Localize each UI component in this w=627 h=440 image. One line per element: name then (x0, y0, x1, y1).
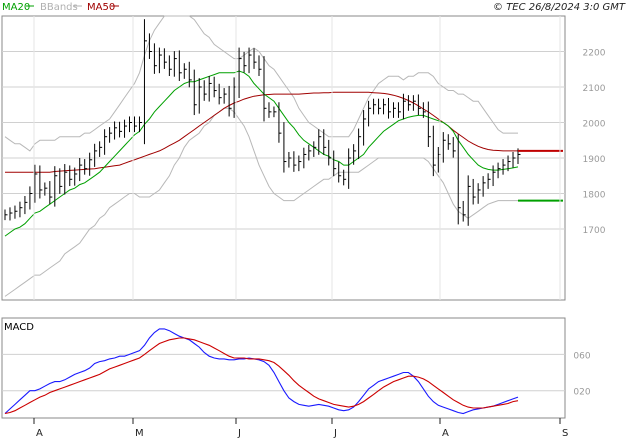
price-tick-label: 2000 (583, 120, 606, 130)
x-tick-label: A (442, 428, 449, 439)
copyright-text: © TEC 26/8/2024 3:0 GMT (493, 2, 626, 13)
macd-tick-label: 020 (573, 388, 590, 398)
stock-chart: MA20 BBands MA50 © TEC 26/8/2024 3:0 GMT… (1, 2, 626, 439)
legend-ma20: MA20 (2, 2, 30, 13)
macd-panel: 020 060 MACD (1, 317, 591, 419)
price-tick-label: 1800 (583, 191, 606, 201)
macd-plot-area (1, 317, 566, 419)
price-tick-label: 2200 (583, 49, 606, 59)
x-tick-label: A (36, 428, 43, 439)
price-tick-label: 1700 (583, 226, 606, 236)
legend: MA20 BBands MA50 © TEC 26/8/2024 3:0 GMT (2, 2, 626, 13)
price-tick-label: 1900 (583, 155, 606, 165)
macd-tick-label: 060 (573, 351, 590, 361)
legend-bbands: BBands (40, 2, 78, 13)
x-tick-label: S (562, 428, 568, 439)
price-panel: 1700 1800 1900 2000 2100 2200 (1, 15, 606, 301)
legend-ma50: MA50 (87, 2, 115, 13)
price-tick-label: 2100 (583, 84, 606, 94)
x-tick-label: J (333, 428, 337, 439)
x-tick-label: M (135, 428, 144, 439)
x-tick-label: J (237, 428, 241, 439)
macd-title: MACD (4, 322, 34, 333)
